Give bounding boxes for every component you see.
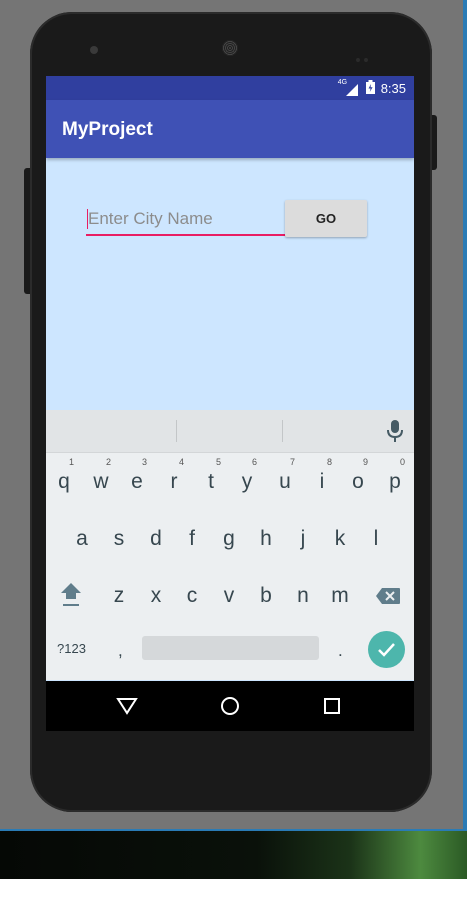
back-triangle-icon[interactable] xyxy=(116,696,138,716)
key-r[interactable]: 4r xyxy=(159,457,189,502)
comma-key[interactable]: , xyxy=(118,641,123,661)
key-o[interactable]: 9o xyxy=(343,457,373,502)
key-f[interactable]: f xyxy=(177,519,207,559)
proximity-sensors xyxy=(356,49,376,62)
battery-icon xyxy=(365,80,375,97)
period-key[interactable]: . xyxy=(338,641,343,661)
app-bar: MyProject xyxy=(46,100,414,158)
key-z[interactable]: z xyxy=(104,576,134,616)
key-e[interactable]: 3e xyxy=(122,457,152,502)
key-j[interactable]: j xyxy=(288,519,318,559)
earpiece-speaker xyxy=(222,40,238,56)
soft-keyboard: 1q 2w 3e 4r 5t 6y 7u 8i 9o 0p a s d f g … xyxy=(46,410,414,680)
key-g[interactable]: g xyxy=(214,519,244,559)
checkmark-icon xyxy=(378,643,395,657)
backspace-icon[interactable] xyxy=(375,587,401,605)
spacebar[interactable] xyxy=(142,636,319,660)
clock: 8:35 xyxy=(380,81,406,96)
key-n[interactable]: n xyxy=(288,576,318,616)
status-bar: 4G 8:35 xyxy=(46,76,414,100)
app-title: MyProject xyxy=(62,119,153,140)
key-x[interactable]: x xyxy=(141,576,171,616)
key-y[interactable]: 6y xyxy=(232,457,262,502)
navigation-bar xyxy=(46,681,414,731)
suggestion-strip xyxy=(46,410,414,453)
key-b[interactable]: b xyxy=(251,576,281,616)
key-t[interactable]: 5t xyxy=(196,457,226,502)
front-camera xyxy=(90,46,98,54)
key-l[interactable]: l xyxy=(361,519,391,559)
key-c[interactable]: c xyxy=(177,576,207,616)
key-s[interactable]: s xyxy=(104,519,134,559)
shift-icon[interactable] xyxy=(59,580,83,608)
key-h[interactable]: h xyxy=(251,519,281,559)
home-circle-icon[interactable] xyxy=(219,695,241,717)
key-d[interactable]: d xyxy=(141,519,171,559)
key-u[interactable]: 7u xyxy=(270,457,300,502)
suggestion-divider xyxy=(282,420,283,442)
symbols-key[interactable]: ?123 xyxy=(57,641,86,656)
key-q[interactable]: 1q xyxy=(49,457,79,502)
key-a[interactable]: a xyxy=(67,519,97,559)
key-i[interactable]: 8i xyxy=(307,457,337,502)
go-button[interactable]: GO xyxy=(285,200,367,237)
text-cursor xyxy=(87,209,88,229)
key-w[interactable]: 2w xyxy=(86,457,116,502)
enter-key[interactable] xyxy=(368,631,405,668)
desktop-wallpaper-strip xyxy=(0,831,467,879)
suggestion-divider xyxy=(176,420,177,442)
key-m[interactable]: m xyxy=(325,576,355,616)
city-name-input[interactable] xyxy=(86,204,288,236)
key-k[interactable]: k xyxy=(325,519,355,559)
key-v[interactable]: v xyxy=(214,576,244,616)
key-p[interactable]: 0p xyxy=(380,457,410,502)
signal-icon: 4G xyxy=(338,79,360,96)
window-edge xyxy=(463,0,467,831)
recents-square-icon[interactable] xyxy=(323,697,341,715)
device-screen: 4G 8:35 MyProject GO 1q 2w 3e 4r xyxy=(46,76,414,731)
microphone-icon[interactable] xyxy=(386,419,404,443)
